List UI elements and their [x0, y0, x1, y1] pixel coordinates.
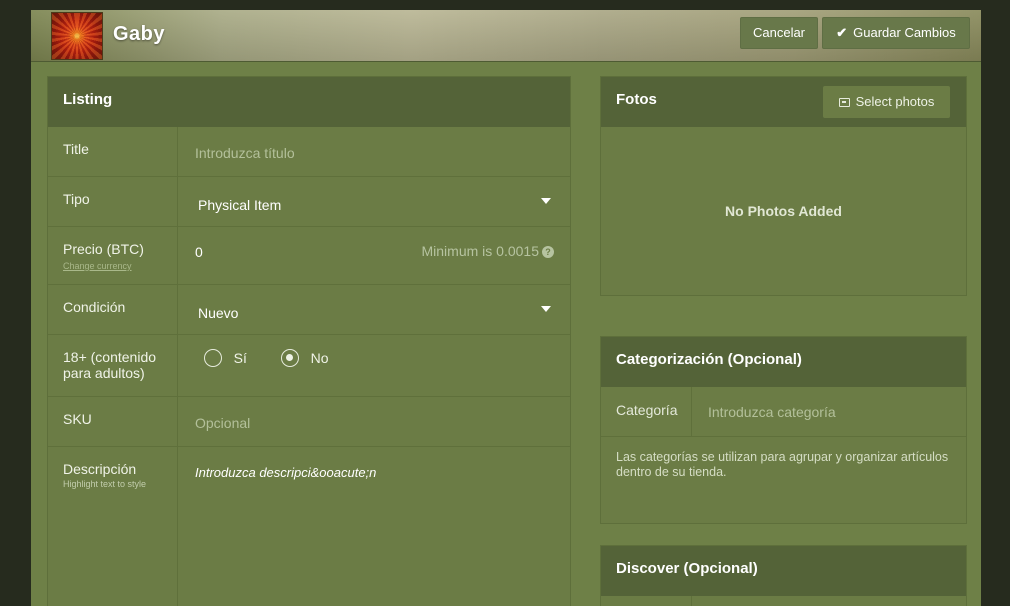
discover-divider	[691, 596, 692, 606]
chevron-down-icon	[541, 306, 551, 312]
condition-row: Condición Nuevo	[48, 285, 570, 335]
category-label: Categoría	[601, 387, 692, 436]
description-row: Descripción Highlight text to style Intr…	[48, 447, 570, 606]
sku-placeholder: Opcional	[195, 415, 251, 431]
type-label: Tipo	[48, 177, 178, 226]
title-row: Title Introduzca título	[48, 127, 570, 177]
top-bar: Gaby Cancelar ✔ Guardar Cambios	[31, 10, 981, 62]
condition-value: Nuevo	[198, 305, 239, 321]
image-icon	[838, 98, 850, 107]
price-label: Precio (BTC)	[63, 241, 144, 257]
adult-row: 18+ (contenido para adultos) Sí No	[48, 335, 570, 397]
price-minimum-hint: Minimum is 0.0015?	[421, 243, 554, 259]
photos-panel-title: Fotos	[616, 91, 657, 108]
photos-panel-header: Fotos Select photos	[601, 77, 966, 127]
description-label: Descripción	[63, 461, 137, 477]
price-minimum-text: Minimum is 0.0015	[421, 243, 540, 259]
listing-panel: Listing Title Introduzca título Tipo Phy…	[47, 76, 571, 606]
app-window: Gaby Cancelar ✔ Guardar Cambios Listing T…	[31, 10, 981, 606]
username: Gaby	[113, 23, 166, 45]
description-value: Introduzca descripci&ooacute;n	[195, 465, 377, 480]
type-select[interactable]: Physical Item	[178, 177, 570, 226]
adult-option-no[interactable]: No	[281, 349, 329, 367]
adult-option-no-label: No	[310, 350, 329, 366]
help-icon[interactable]: ?	[542, 246, 554, 258]
listing-panel-title: Listing	[48, 77, 570, 127]
discover-panel: Discover (Opcional)	[600, 545, 967, 606]
category-input[interactable]: Introduzca categoría	[708, 404, 836, 420]
adult-radio-group: Sí No	[178, 335, 570, 396]
condition-select[interactable]: Nuevo	[178, 285, 570, 334]
no-photos-message: No Photos Added	[725, 203, 842, 219]
check-icon: ✔	[836, 25, 848, 40]
type-row: Tipo Physical Item	[48, 177, 570, 227]
description-hint: Highlight text to style	[63, 479, 147, 489]
description-editor[interactable]: Introduzca descripci&ooacute;n	[178, 447, 570, 606]
adult-option-yes-label: Sí	[233, 350, 247, 366]
radio-checked-icon	[281, 349, 299, 367]
category-help-text: Las categorías se utilizan para agrupar …	[616, 450, 949, 479]
categorization-panel: Categorización (Opcional) Categoría Intr…	[600, 336, 967, 524]
title-input[interactable]: Introduzca título	[178, 127, 570, 176]
discover-panel-title: Discover (Opcional)	[601, 546, 966, 596]
description-label-cell: Descripción Highlight text to style	[48, 447, 178, 606]
price-input[interactable]: 0 Minimum is 0.0015?	[178, 227, 570, 284]
save-changes-button[interactable]: ✔ Guardar Cambios	[822, 17, 970, 49]
price-row: Precio (BTC) Change currency 0 Minimum i…	[48, 227, 570, 285]
type-value: Physical Item	[198, 197, 282, 213]
save-changes-label: Guardar Cambios	[853, 25, 956, 40]
adult-option-yes[interactable]: Sí	[204, 349, 247, 367]
chevron-down-icon	[541, 198, 551, 204]
title-placeholder: Introduzca título	[195, 145, 295, 161]
condition-label: Condición	[48, 285, 178, 334]
select-photos-label: Select photos	[855, 94, 935, 109]
price-label-cell: Precio (BTC) Change currency	[48, 227, 178, 284]
sku-row: SKU Opcional	[48, 397, 570, 447]
photos-panel: Fotos Select photos No Photos Added	[600, 76, 967, 296]
avatar[interactable]	[51, 12, 103, 60]
change-currency-link[interactable]: Change currency	[63, 258, 177, 274]
categorization-panel-title: Categorización (Opcional)	[601, 337, 966, 387]
sku-label: SKU	[48, 397, 178, 446]
radio-unchecked-icon	[204, 349, 222, 367]
category-row: Categoría Introduzca categoría	[601, 387, 966, 437]
adult-label: 18+ (contenido para adultos)	[48, 335, 178, 396]
sku-input[interactable]: Opcional	[178, 397, 570, 446]
price-value: 0	[195, 244, 203, 260]
title-label: Title	[48, 127, 178, 176]
select-photos-button[interactable]: Select photos	[823, 86, 950, 118]
cancel-button[interactable]: Cancelar	[740, 17, 818, 49]
